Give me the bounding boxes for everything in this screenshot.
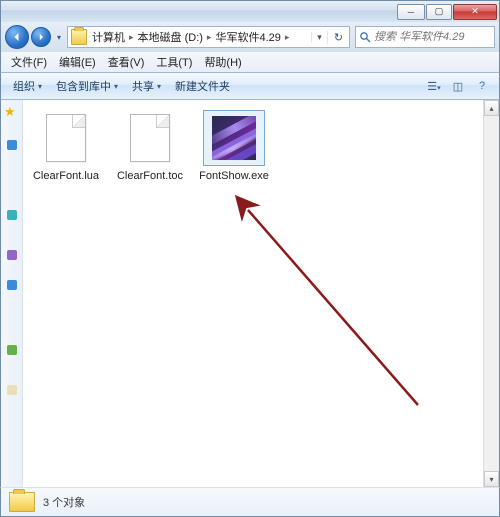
menu-tools[interactable]: 工具(T) — [150, 54, 198, 70]
nav-address-bar: ▾ 计算机 ▸ 本地磁盘 (D:) ▸ 华军软件4.29 ▸ ▾ ↻ — [0, 22, 500, 52]
chevron-right-icon[interactable]: ▸ — [205, 32, 214, 43]
folder-icon — [71, 29, 87, 45]
annotation-arrow — [193, 195, 443, 445]
document-icon — [46, 114, 86, 162]
forward-button[interactable] — [31, 27, 51, 47]
address-bar[interactable]: 计算机 ▸ 本地磁盘 (D:) ▸ 华军软件4.29 ▸ ▾ ↻ — [67, 26, 350, 48]
file-label: ClearFont.toc — [115, 170, 185, 182]
close-button[interactable]: ✕ — [453, 4, 497, 20]
sidebar-item[interactable] — [7, 250, 17, 260]
view-options-button[interactable]: ☰▾ — [423, 80, 445, 93]
chevron-right-icon[interactable]: ▸ — [127, 32, 136, 43]
favorites-sidebar[interactable]: ★ — [1, 100, 23, 487]
search-box[interactable] — [355, 26, 495, 48]
minimize-button[interactable]: ─ — [397, 4, 425, 20]
window-titlebar: ─ ▢ ✕ — [0, 0, 500, 22]
sidebar-item[interactable] — [7, 345, 17, 355]
sidebar-item[interactable] — [7, 385, 17, 395]
preview-pane-button[interactable]: ◫ — [447, 80, 469, 93]
menu-edit[interactable]: 编辑(E) — [53, 54, 102, 70]
new-folder-button[interactable]: 新建文件夹 — [169, 76, 236, 96]
arrow-left-icon — [12, 32, 22, 42]
app-icon — [212, 116, 256, 160]
scroll-up-button[interactable]: ▴ — [484, 100, 499, 116]
main-area: ★ ClearFont.lua ClearFont.toc FontShow.e… — [0, 100, 500, 487]
breadcrumb-item[interactable]: 计算机 — [90, 29, 127, 45]
file-list: ClearFont.lua ClearFont.toc FontShow.exe — [23, 100, 499, 192]
maximize-button[interactable]: ▢ — [426, 4, 452, 20]
menu-bar: 文件(F) 编辑(E) 查看(V) 工具(T) 帮助(H) — [0, 52, 500, 72]
sidebar-item[interactable] — [7, 210, 17, 220]
include-library-button[interactable]: 包含到库中▾ — [50, 76, 124, 96]
status-text: 3 个对象 — [43, 494, 85, 510]
menu-file[interactable]: 文件(F) — [5, 54, 53, 70]
vertical-scrollbar[interactable]: ▴ ▾ — [483, 100, 499, 487]
breadcrumb-item[interactable]: 华军软件4.29 — [213, 29, 282, 45]
address-dropdown[interactable]: ▾ — [311, 32, 327, 43]
details-pane: 3 个对象 — [0, 487, 500, 517]
chevron-down-icon: ▾ — [157, 82, 161, 91]
file-label: ClearFont.lua — [31, 170, 101, 182]
organize-button[interactable]: 组织▾ — [7, 76, 48, 96]
help-button[interactable]: ? — [471, 80, 493, 92]
scroll-down-button[interactable]: ▾ — [484, 471, 499, 487]
sidebar-item[interactable] — [7, 140, 17, 150]
chevron-right-icon[interactable]: ▸ — [283, 32, 292, 43]
folder-icon — [9, 492, 35, 512]
search-icon — [356, 31, 374, 43]
command-bar: 组织▾ 包含到库中▾ 共享▾ 新建文件夹 ☰▾ ◫ ? — [0, 72, 500, 100]
file-list-pane[interactable]: ClearFont.lua ClearFont.toc FontShow.exe… — [23, 100, 499, 487]
share-button[interactable]: 共享▾ — [126, 76, 167, 96]
nav-history-dropdown[interactable]: ▾ — [53, 27, 65, 47]
back-button[interactable] — [5, 25, 29, 49]
chevron-down-icon: ▾ — [38, 82, 42, 91]
file-item[interactable]: ClearFont.lua — [31, 110, 101, 182]
file-item[interactable]: ClearFont.toc — [115, 110, 185, 182]
favorites-star-icon: ★ — [4, 104, 16, 120]
breadcrumb-item[interactable]: 本地磁盘 (D:) — [136, 29, 205, 45]
menu-view[interactable]: 查看(V) — [102, 54, 151, 70]
sidebar-item[interactable] — [7, 280, 17, 290]
file-item[interactable]: FontShow.exe — [199, 110, 269, 182]
arrow-right-icon — [37, 33, 45, 41]
file-label: FontShow.exe — [199, 170, 269, 182]
search-input[interactable] — [374, 31, 474, 43]
menu-help[interactable]: 帮助(H) — [198, 54, 247, 70]
chevron-down-icon: ▾ — [114, 82, 118, 91]
refresh-button[interactable]: ↻ — [327, 31, 349, 44]
document-icon — [130, 114, 170, 162]
